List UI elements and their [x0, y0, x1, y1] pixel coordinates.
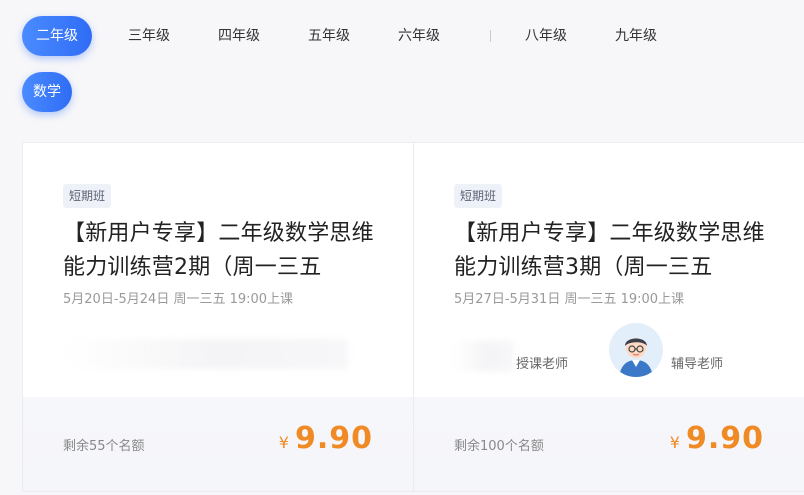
price-value: 9.90	[685, 421, 764, 456]
grade-divider	[490, 30, 491, 42]
course-card[interactable]: 短期班 【新用户专享】二年级数学思维能力训练营3期（周一三五 5月27日-5月3…	[414, 142, 804, 492]
grade-tab-2[interactable]: 二年级	[22, 16, 92, 56]
grade-tab-8[interactable]: 八年级	[511, 16, 581, 56]
teacher-avatar-icon	[609, 323, 663, 377]
tutor-avatar[interactable]	[609, 323, 663, 377]
subject-filter-bar: 数学	[22, 72, 72, 112]
course-type-badge: 短期班	[63, 184, 112, 208]
price-value: 9.90	[294, 421, 373, 456]
course-type-badge: 短期班	[454, 184, 503, 208]
grade-tab-3[interactable]: 三年级	[114, 16, 184, 56]
grade-filter-bar: 二年级 三年级 四年级 五年级 六年级 八年级 九年级	[22, 16, 691, 56]
course-card[interactable]: 短期班 【新用户专享】二年级数学思维能力训练营2期（周一三五 5月20日-5月2…	[22, 142, 414, 492]
course-schedule: 5月20日-5月24日 周一三五 19:00上课	[63, 292, 294, 307]
tutor-label: 辅导老师	[671, 357, 724, 372]
remaining-seats: 剩余100个名额	[454, 439, 544, 454]
subject-tab-math[interactable]: 数学	[22, 72, 72, 112]
course-title[interactable]: 【新用户专享】二年级数学思维能力训练营2期（周一三五	[63, 217, 393, 285]
teacher-row: 授课老师 辅导老师	[454, 323, 784, 383]
grade-tab-5[interactable]: 五年级	[294, 16, 364, 56]
grade-tab-9[interactable]: 九年级	[601, 16, 671, 56]
course-price: ¥ 9.90	[670, 421, 764, 456]
lecturer-avatar-placeholder	[454, 341, 514, 371]
course-price: ¥ 9.90	[279, 421, 373, 456]
course-footer: 剩余100个名额 ¥ 9.90	[414, 397, 804, 491]
lecturer-label: 授课老师	[516, 357, 569, 372]
course-list: 短期班 【新用户专享】二年级数学思维能力训练营2期（周一三五 5月20日-5月2…	[22, 142, 804, 492]
course-footer: 剩余55个名额 ¥ 9.90	[23, 397, 413, 491]
teacher-placeholder	[63, 339, 348, 369]
grade-tab-6[interactable]: 六年级	[384, 16, 454, 56]
remaining-seats: 剩余55个名额	[63, 439, 145, 454]
course-title[interactable]: 【新用户专享】二年级数学思维能力训练营3期（周一三五	[454, 217, 784, 285]
course-schedule: 5月27日-5月31日 周一三五 19:00上课	[454, 292, 685, 307]
currency-symbol: ¥	[278, 433, 289, 452]
currency-symbol: ¥	[669, 433, 680, 452]
grade-tab-4[interactable]: 四年级	[204, 16, 274, 56]
